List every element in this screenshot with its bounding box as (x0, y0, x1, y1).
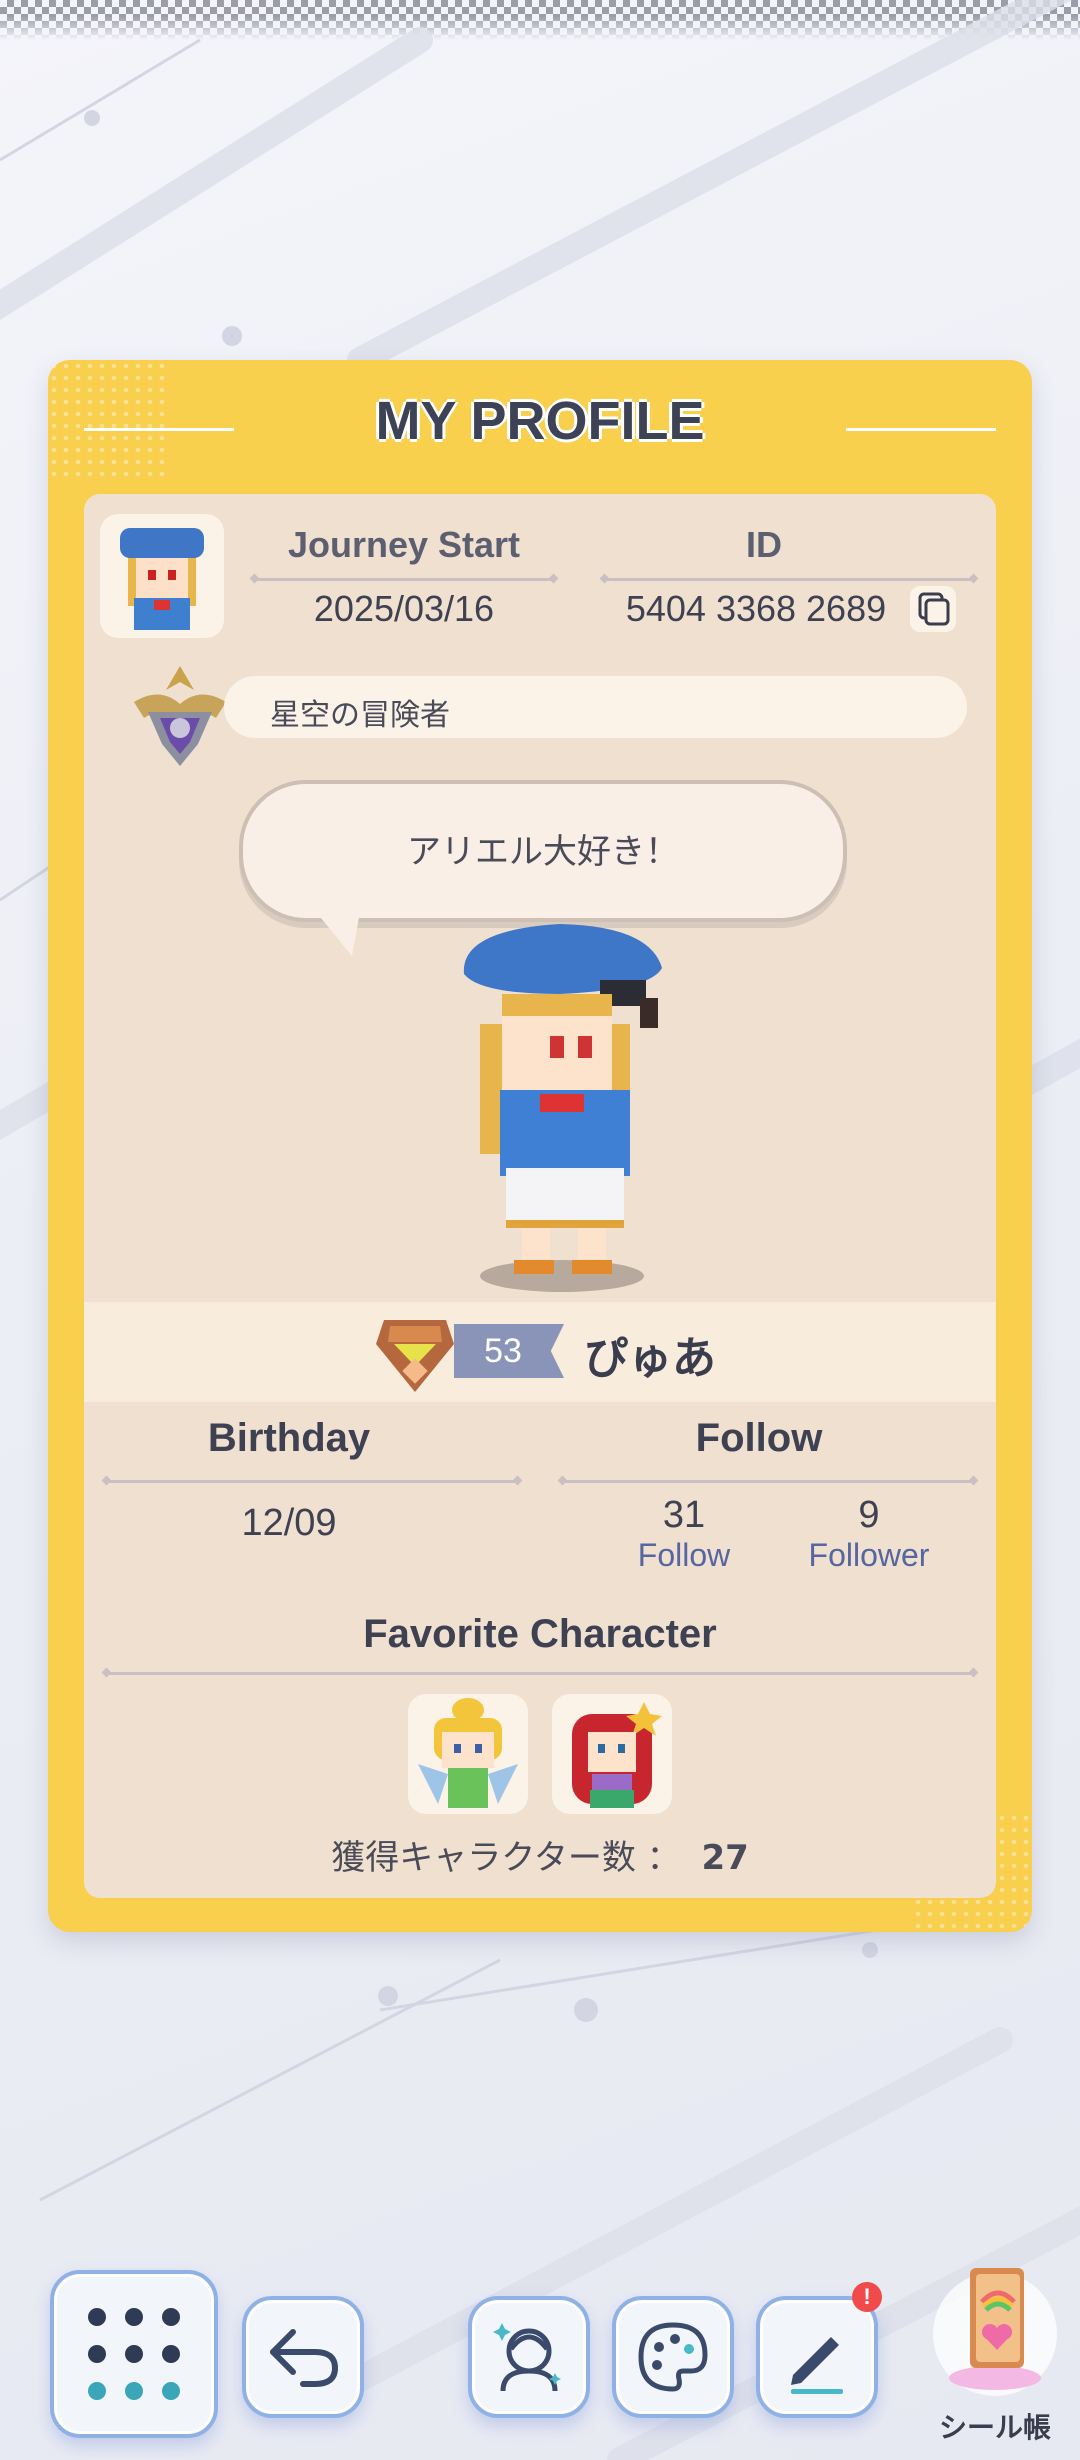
journey-start-value: 2025/03/16 (313, 588, 495, 629)
divider (254, 578, 554, 581)
palette-button[interactable] (612, 2296, 734, 2418)
speech-bubble-tail (316, 912, 360, 956)
menu-grid-button[interactable] (50, 2270, 218, 2438)
follow-count: 31 (662, 1494, 706, 1536)
grid-menu-icon (88, 2308, 180, 2400)
favorite-character-slot[interactable] (408, 1694, 528, 1814)
follower-label: Follower (808, 1537, 930, 1573)
birthday-value: 12/09 (241, 1502, 337, 1544)
follower-count: 9 (858, 1494, 880, 1536)
divider (604, 578, 974, 581)
character-avatar-icon (493, 2323, 561, 2392)
follow-label: Follow (637, 1537, 731, 1573)
mermaid-character-icon (572, 1702, 662, 1808)
id-value: 5404 3368 2689 (625, 588, 887, 629)
rank-medal-icon (370, 1314, 460, 1394)
back-arrow-icon (270, 2329, 339, 2387)
palette-icon (638, 2322, 708, 2392)
character-sprite[interactable] (450, 924, 690, 1294)
id-label: ID (746, 524, 782, 565)
sticker-book-button[interactable]: シール帳 (920, 2254, 1070, 2450)
level-badge: 53 (454, 1324, 564, 1378)
title-emblem-icon (120, 662, 240, 772)
copy-id-icon[interactable] (910, 586, 956, 632)
obtained-characters: 獲得キャラクター数 ： 27 (84, 1830, 996, 1879)
pencil-edit-icon (791, 2337, 843, 2394)
player-name: ぴゅあ (584, 1333, 716, 1384)
avatar[interactable] (100, 514, 224, 638)
edit-profile-button[interactable] (756, 2296, 878, 2418)
birthday-label: Birthday (207, 1416, 371, 1460)
follow-section-label: Follow (695, 1416, 823, 1460)
speech-bubble-text: アリエル大好き！ (407, 832, 679, 872)
notification-badge: ! (852, 2282, 882, 2312)
speech-bubble: アリエル大好き！ (239, 780, 847, 922)
sticker-book-icon (933, 2268, 1057, 2396)
favorite-character-slot[interactable] (552, 1694, 672, 1814)
follow-stat[interactable]: 31 Follow (604, 1494, 764, 1574)
obtained-characters-label: 獲得キャラクター数 ： (331, 1838, 681, 1878)
card-title: MY PROFILE (375, 391, 705, 451)
profile-card: MY PROFILE Journey Start 2025/03/16 ID 5… (48, 360, 1032, 1932)
follower-stat[interactable]: 9 Follower (774, 1494, 964, 1574)
character-button[interactable] (468, 2296, 590, 2418)
divider (106, 1480, 518, 1483)
sticker-book-label: シール帳 (938, 2411, 1051, 2444)
fairy-character-icon (418, 1698, 518, 1808)
player-title-badge: 星空の冒険者 (224, 676, 967, 738)
profile-content: Journey Start 2025/03/16 ID 5404 3368 26… (84, 494, 996, 1898)
player-title-text: 星空の冒険者 (270, 698, 450, 733)
divider (106, 1672, 974, 1675)
journey-start-label: Journey Start (287, 524, 521, 565)
obtained-characters-count: 27 (701, 1838, 749, 1878)
divider (562, 1480, 974, 1483)
avatar-sprite-icon (120, 528, 204, 630)
back-button[interactable] (242, 2296, 364, 2418)
favorite-character-label: Favorite Character (363, 1612, 717, 1656)
